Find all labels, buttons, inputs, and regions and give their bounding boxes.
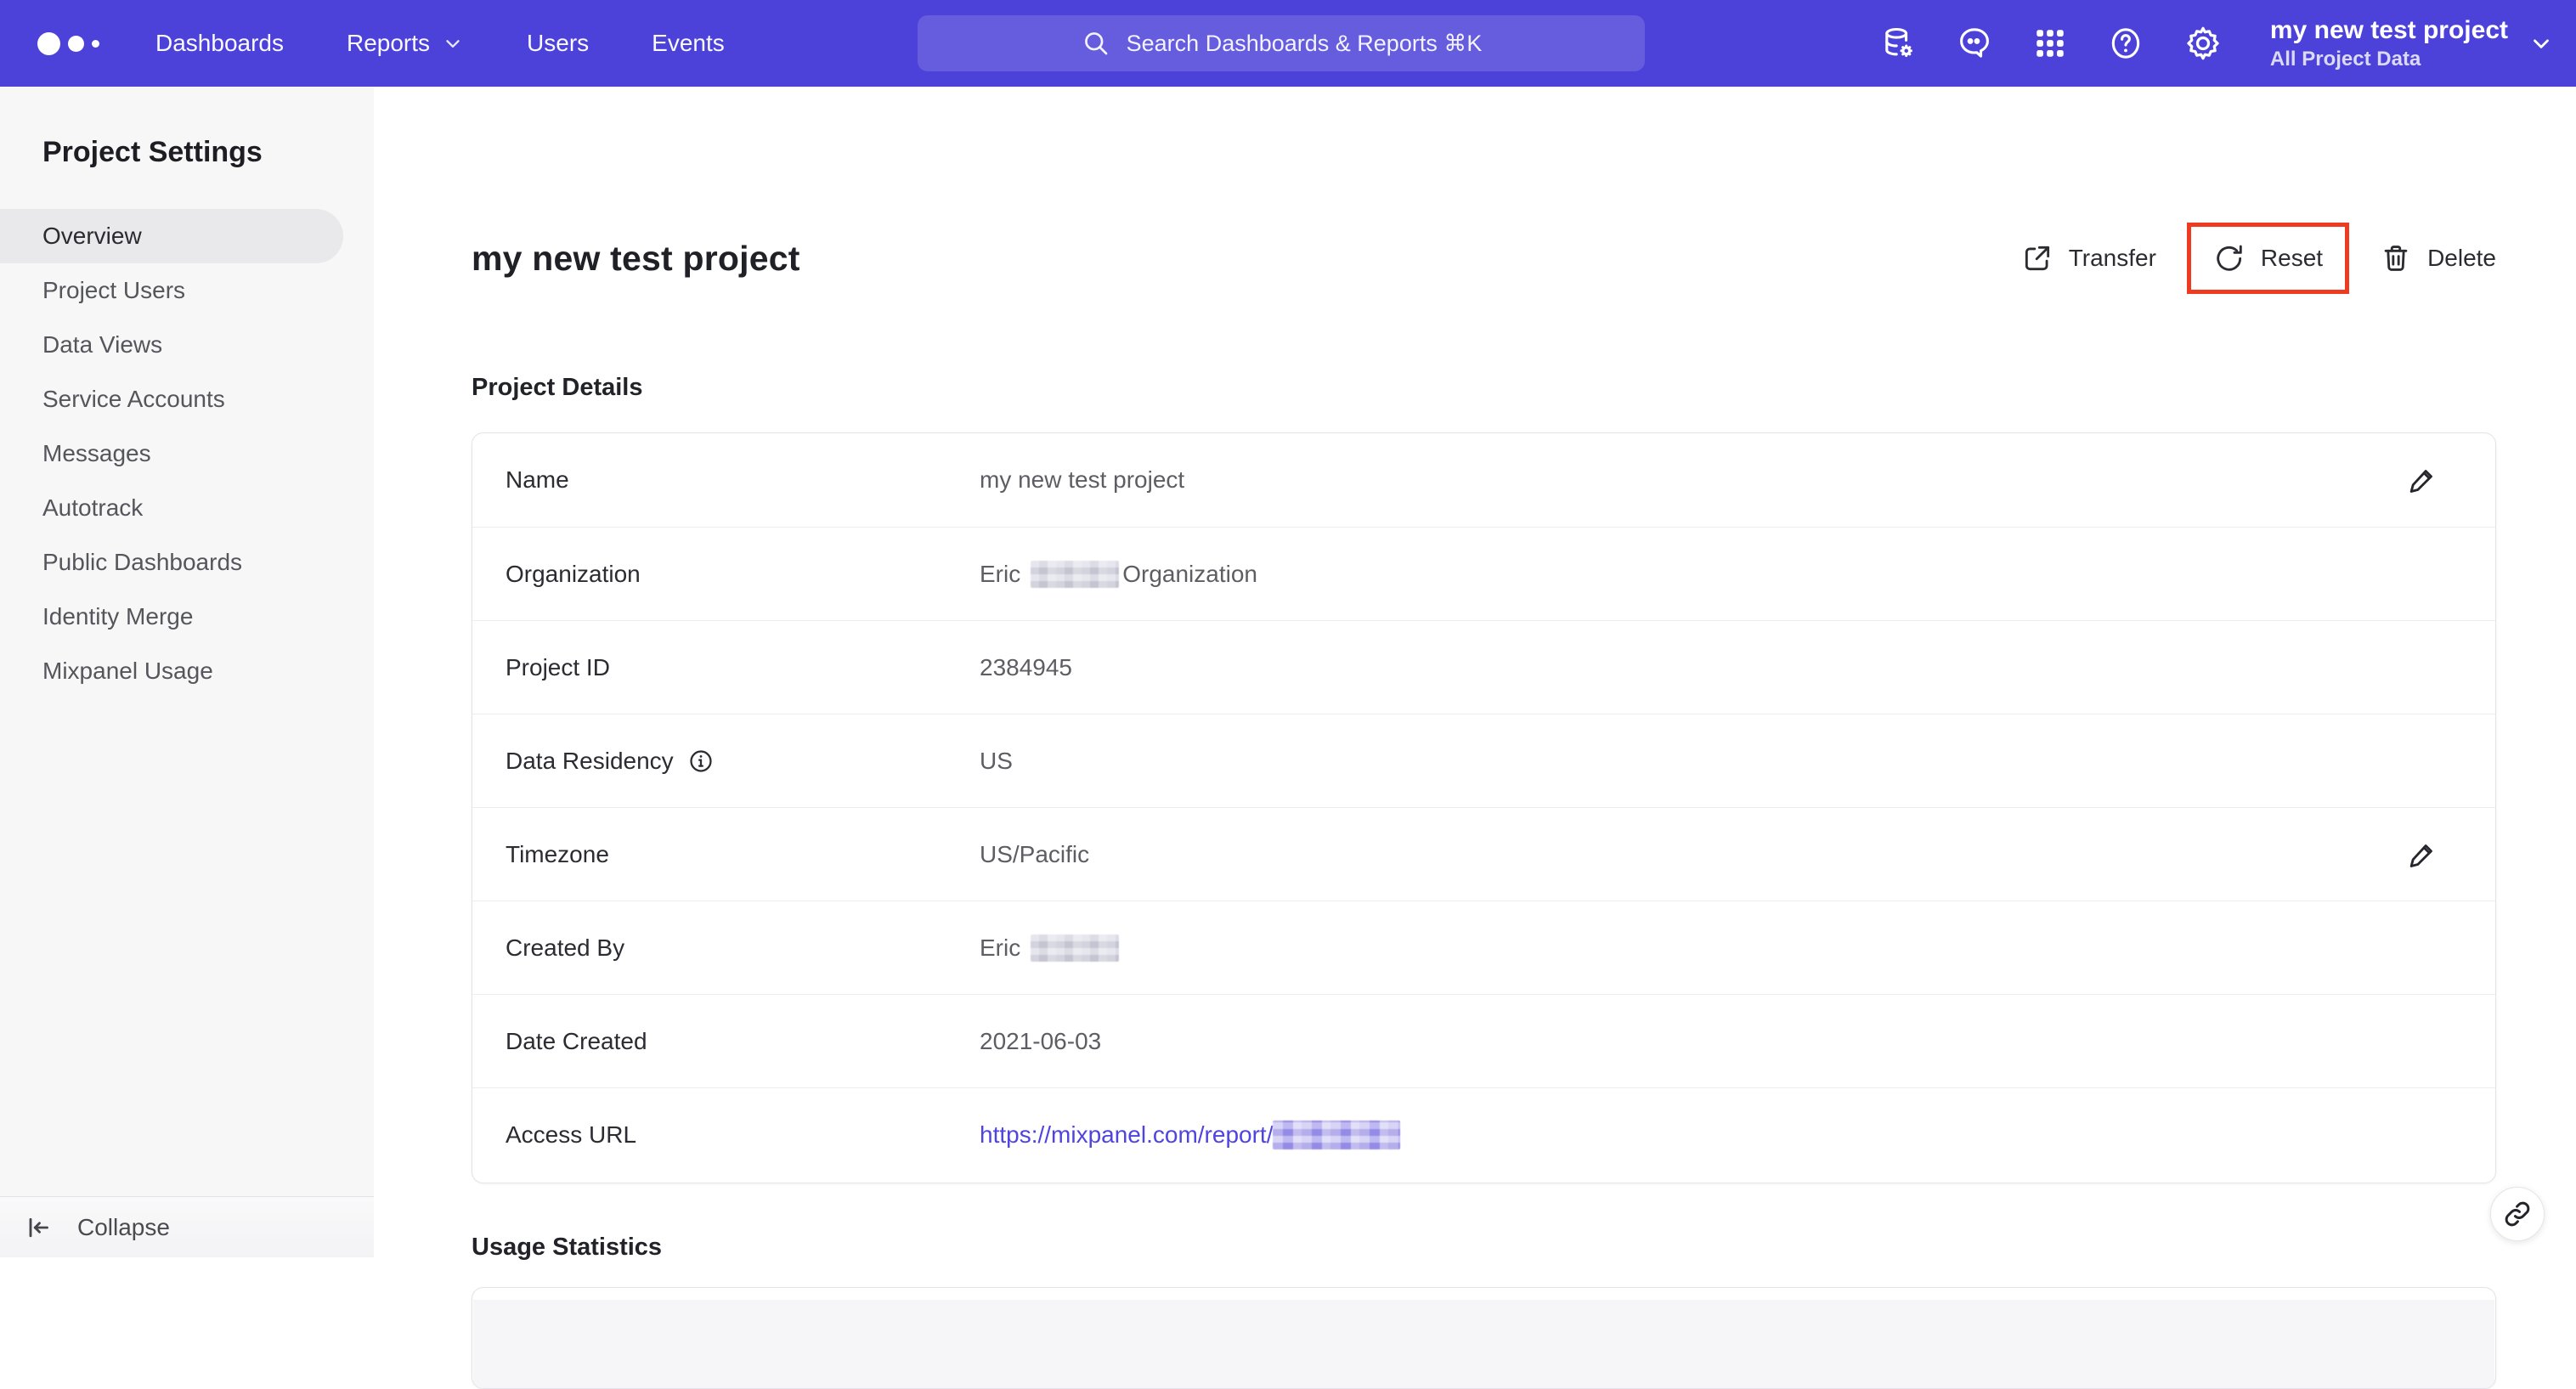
detail-row-access-url: Access URL https://mixpanel.com/report/ xyxy=(472,1087,2495,1181)
row-label: Access URL xyxy=(506,1121,637,1148)
collapse-label: Collapse xyxy=(77,1213,170,1240)
usage-card-header xyxy=(473,1300,2494,1388)
row-label: Organization xyxy=(506,560,641,587)
project-switcher[interactable]: my new test project All Project Data xyxy=(2270,14,2554,72)
detail-row-name: Name my new test project xyxy=(472,433,2495,527)
row-value: Eric xyxy=(980,934,1122,962)
project-switcher-scope: All Project Data xyxy=(2269,47,2421,71)
section-title-usage-statistics: Usage Statistics xyxy=(472,1234,663,1261)
section-title-project-details: Project Details xyxy=(472,374,643,401)
reset-label: Reset xyxy=(2260,245,2324,271)
edit-pencil-icon[interactable] xyxy=(2405,463,2439,497)
creator-name-prefix: Eric xyxy=(980,934,1021,961)
sidebar-item-data-views[interactable]: Data Views xyxy=(0,318,374,372)
redacted-text xyxy=(1031,934,1120,962)
detail-row-organization: Organization Eric Organization xyxy=(472,527,2495,620)
page-title: my new test project xyxy=(472,238,800,278)
row-label-text: Data Residency xyxy=(506,747,674,774)
delete-label: Delete xyxy=(2427,245,2496,271)
reset-button[interactable]: Reset xyxy=(2213,242,2323,274)
top-nav: Dashboards Reports Users Events Search D… xyxy=(0,0,2576,87)
help-icon[interactable] xyxy=(2107,25,2144,62)
nav-item-label: Dashboards xyxy=(155,30,284,56)
row-label: Date Created xyxy=(506,1027,647,1054)
row-value: 2021-06-03 xyxy=(980,1027,1102,1054)
nav-item-label: Reports xyxy=(346,30,431,56)
nav-item-reports[interactable]: Reports xyxy=(347,30,464,57)
org-name-suffix: Organization xyxy=(1122,560,1257,587)
sidebar-title: Project Settings xyxy=(42,136,263,168)
collapse-sidebar-button[interactable]: Collapse xyxy=(0,1196,374,1257)
org-name-prefix: Eric xyxy=(980,560,1021,587)
access-url-link[interactable]: https://mixpanel.com/report/ xyxy=(980,1120,1401,1149)
chevron-down-icon xyxy=(442,32,464,54)
row-label: Created By xyxy=(506,934,625,961)
row-value: Eric Organization xyxy=(980,560,1257,588)
row-label: Data Residency xyxy=(506,748,980,775)
nav-right-cluster: my new test project All Project Data xyxy=(1879,0,2554,87)
redacted-text xyxy=(1273,1120,1401,1149)
reset-icon xyxy=(2213,242,2246,274)
access-url-text: https://mixpanel.com/report/ xyxy=(980,1121,1274,1148)
row-value: US xyxy=(980,747,1013,774)
nav-item-events[interactable]: Events xyxy=(652,30,725,57)
sidebar-item-identity-merge[interactable]: Identity Merge xyxy=(0,590,374,644)
delete-button[interactable]: Delete xyxy=(2380,242,2496,274)
detail-row-project-id: Project ID 2384945 xyxy=(472,620,2495,714)
sidebar-item-public-dashboards[interactable]: Public Dashboards xyxy=(0,535,374,590)
row-value: 2384945 xyxy=(980,653,1073,680)
row-value: my new test project xyxy=(980,466,1185,493)
settings-sidebar: Project Settings Overview Project Users … xyxy=(0,87,374,1257)
title-row: my new test project Transfer Reset Delet… xyxy=(472,223,2496,294)
search-input[interactable]: Search Dashboards & Reports ⌘K xyxy=(918,15,1645,71)
feedback-chat-icon[interactable] xyxy=(1956,25,1993,62)
highlight-annotation-box: Reset xyxy=(2186,223,2350,294)
search-placeholder: Search Dashboards & Reports ⌘K xyxy=(1126,30,1483,56)
sidebar-item-mixpanel-usage[interactable]: Mixpanel Usage xyxy=(0,644,374,698)
nav-item-users[interactable]: Users xyxy=(527,30,589,57)
project-details-card: Name my new test project Organization Er… xyxy=(472,432,2496,1183)
detail-row-created-by: Created By Eric xyxy=(472,901,2495,994)
detail-row-data-residency: Data Residency US xyxy=(472,714,2495,807)
nav-item-label: Users xyxy=(527,30,590,56)
collapse-icon xyxy=(23,1212,54,1243)
detail-row-date-created: Date Created 2021-06-03 xyxy=(472,994,2495,1087)
sidebar-item-autotrack[interactable]: Autotrack xyxy=(0,481,374,535)
row-value: US/Pacific xyxy=(980,840,1090,867)
redacted-text xyxy=(1031,560,1120,588)
transfer-label: Transfer xyxy=(2068,245,2156,271)
sidebar-item-messages[interactable]: Messages xyxy=(0,426,374,481)
chevron-down-icon xyxy=(2528,31,2554,56)
mixpanel-logo-icon[interactable] xyxy=(37,31,99,55)
settings-gear-icon[interactable] xyxy=(2183,24,2223,63)
search-icon xyxy=(1081,28,1111,59)
project-actions: Transfer Reset Delete xyxy=(2021,223,2496,294)
row-value: https://mixpanel.com/report/ xyxy=(980,1120,1401,1149)
usage-statistics-card xyxy=(472,1287,2496,1389)
nav-item-dashboards[interactable]: Dashboards xyxy=(155,30,284,57)
main-content: my new test project Transfer Reset Delet… xyxy=(374,87,2576,1389)
info-icon[interactable] xyxy=(687,748,715,775)
transfer-button[interactable]: Transfer xyxy=(2021,242,2156,274)
sidebar-item-project-users[interactable]: Project Users xyxy=(0,263,374,318)
trash-icon xyxy=(2380,242,2412,274)
detail-row-timezone: Timezone US/Pacific xyxy=(472,807,2495,901)
sidebar-item-overview[interactable]: Overview xyxy=(0,209,343,263)
data-management-icon[interactable] xyxy=(1879,25,1917,62)
apps-grid-icon[interactable] xyxy=(2032,25,2068,61)
row-label: Name xyxy=(506,466,569,493)
link-icon xyxy=(2503,1200,2532,1228)
project-switcher-name: my new test project xyxy=(2269,16,2508,45)
transfer-icon xyxy=(2021,242,2053,274)
nav-item-label: Events xyxy=(652,30,725,56)
edit-pencil-icon[interactable] xyxy=(2405,838,2439,872)
row-label: Project ID xyxy=(506,653,610,680)
copy-link-button[interactable] xyxy=(2490,1187,2545,1241)
sidebar-item-service-accounts[interactable]: Service Accounts xyxy=(0,372,374,426)
primary-nav: Dashboards Reports Users Events xyxy=(155,30,725,57)
row-label: Timezone xyxy=(506,840,609,867)
sidebar-menu: Overview Project Users Data Views Servic… xyxy=(0,209,374,698)
